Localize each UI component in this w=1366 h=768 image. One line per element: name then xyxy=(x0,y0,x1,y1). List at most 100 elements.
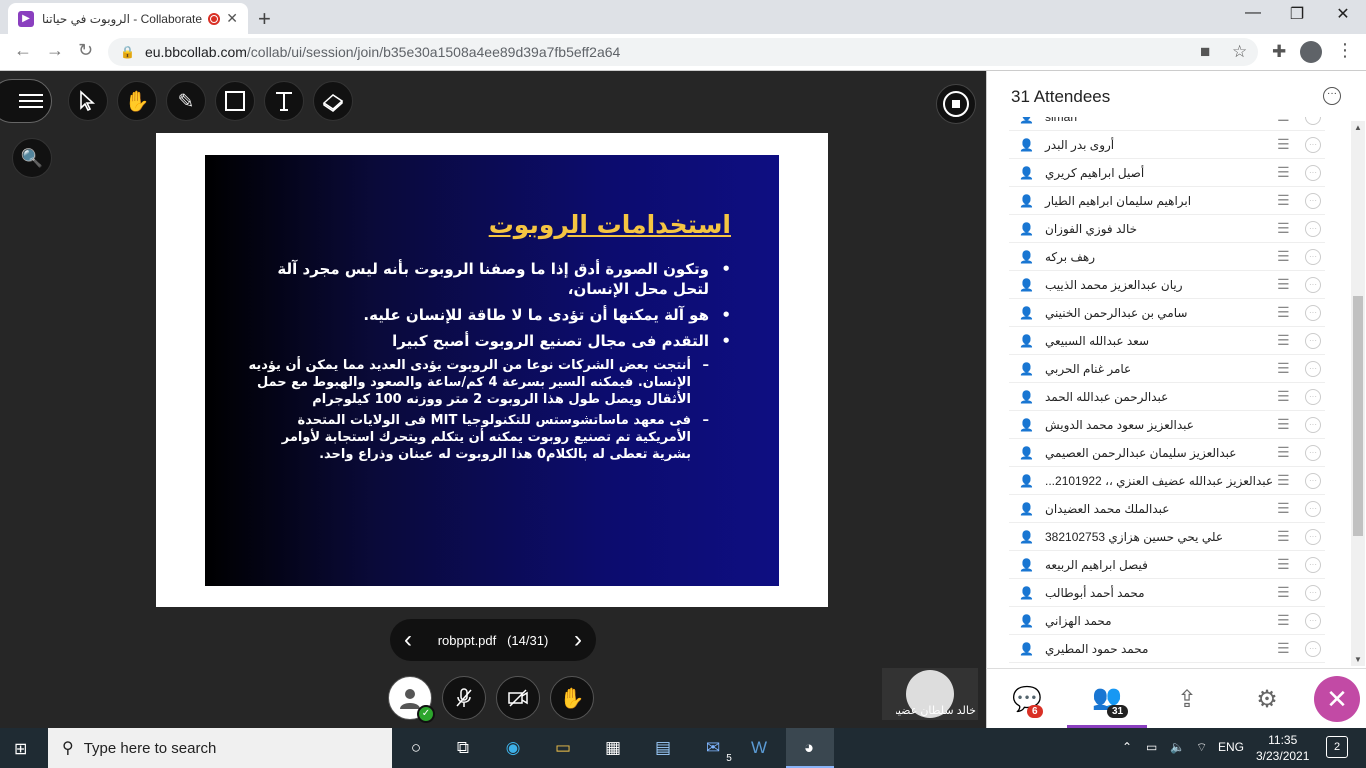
attendee-row[interactable]: 👤 محمد أحمد أبوطالب ☰ ··· xyxy=(1009,579,1325,607)
attendee-options-icon[interactable]: ··· xyxy=(1305,136,1321,153)
attendee-options-icon[interactable]: ··· xyxy=(1305,640,1321,657)
attendee-row[interactable]: 👤 عبدالعزيز سعود محمد الدويش ☰ ··· xyxy=(1009,411,1325,439)
menu-lines-icon[interactable]: ☰ xyxy=(1277,556,1290,573)
attendee-row[interactable]: 👤 slman ☰ ··· xyxy=(1009,117,1325,131)
attendee-row[interactable]: 👤 ريان عبدالعزيز محمد الذييب ☰ ··· xyxy=(1009,271,1325,299)
menu-lines-icon[interactable]: ☰ xyxy=(1277,500,1290,517)
chrome-taskbar-slot[interactable]: ◕ xyxy=(786,728,834,768)
url-field[interactable]: 🔒 eu.bbcollab.com /collab/ui/session/joi… xyxy=(108,38,1258,66)
forward-icon[interactable]: → xyxy=(46,40,64,61)
settings-button[interactable]: ⚙ xyxy=(1227,669,1307,729)
menu-lines-icon[interactable]: ☰ xyxy=(1277,528,1290,545)
attendee-row[interactable]: 👤 عبدالعزيز عبدالله عضيف العنزي ،، 210192… xyxy=(1009,467,1325,495)
notifications-icon[interactable]: 2 xyxy=(1326,736,1348,758)
system-clock[interactable]: 11:35 3/23/2021 xyxy=(1256,732,1309,764)
raise-hand-button[interactable]: ✋ xyxy=(550,676,594,720)
tab-close-button[interactable]: ✕ xyxy=(226,10,238,27)
browser-tab[interactable]: ▶ الروبوت في حياتنا - Collaborate ✕ xyxy=(8,3,248,34)
menu-lines-icon[interactable]: ☰ xyxy=(1277,444,1290,461)
windows-start-icon[interactable]: ⊞ xyxy=(14,739,27,759)
attendee-options-icon[interactable]: ··· xyxy=(1305,584,1321,601)
volume-icon[interactable]: 🔈 xyxy=(1170,740,1185,754)
computer-icon[interactable]: ▤ xyxy=(650,736,676,760)
attendee-row[interactable]: 👤 عامر غنام الحربي ☰ ··· xyxy=(1009,355,1325,383)
menu-lines-icon[interactable]: ☰ xyxy=(1277,136,1290,153)
language-indicator[interactable]: ENG xyxy=(1218,740,1244,754)
attendee-options-icon[interactable]: ··· xyxy=(1305,304,1321,321)
microphone-muted-button[interactable] xyxy=(442,676,486,720)
attendee-options-icon[interactable]: ··· xyxy=(1305,360,1321,377)
attendee-options-icon[interactable]: ··· xyxy=(1305,192,1321,209)
attendee-options-icon[interactable]: ··· xyxy=(1305,556,1321,573)
menu-lines-icon[interactable]: ☰ xyxy=(1277,117,1290,125)
menu-lines-icon[interactable]: ☰ xyxy=(1277,416,1290,433)
reload-icon[interactable]: ↻ xyxy=(78,40,93,61)
attendees-button[interactable]: 👥 31 xyxy=(1067,669,1147,729)
edge-icon[interactable]: ◉ xyxy=(500,736,526,760)
attendee-row[interactable]: 👤 ابراهيم سليمان ابراهيم الطيار ☰ ··· xyxy=(1009,187,1325,215)
menu-lines-icon[interactable]: ☰ xyxy=(1277,220,1290,237)
bookmark-star-icon[interactable]: ☆ xyxy=(1232,42,1247,62)
minimize-button[interactable]: — xyxy=(1230,4,1276,22)
menu-lines-icon[interactable]: ☰ xyxy=(1277,276,1290,293)
attendee-row[interactable]: 👤 رهف بركه ☰ ··· xyxy=(1009,243,1325,271)
chat-button[interactable]: 💬 6 xyxy=(987,669,1067,729)
profile-avatar-icon[interactable] xyxy=(1300,41,1322,63)
scrollbar-thumb[interactable] xyxy=(1353,296,1363,536)
more-options-icon[interactable]: ··· xyxy=(1323,87,1341,105)
attendee-row[interactable]: 👤 عبدالعزيز سليمان عبدالرحمن العصيمي ☰ ··· xyxy=(1009,439,1325,467)
browser-menu-icon[interactable]: ⋮ xyxy=(1336,40,1354,61)
attendee-options-icon[interactable]: ··· xyxy=(1305,276,1321,293)
attendee-scrollbar[interactable]: ▲ ▼ xyxy=(1351,121,1365,666)
back-icon[interactable]: ← xyxy=(14,40,32,61)
attendee-options-icon[interactable]: ··· xyxy=(1305,388,1321,405)
attendee-options-icon[interactable]: ··· xyxy=(1305,164,1321,181)
attendee-options-icon[interactable]: ··· xyxy=(1305,117,1321,125)
attendee-row[interactable]: 👤 فيصل ابراهيم الربيعه ☰ ··· xyxy=(1009,551,1325,579)
task-view-icon[interactable]: ⧉ xyxy=(450,736,476,760)
attendee-row[interactable]: 👤 علي يحي حسين هزازي 382102753 ☰ ··· xyxy=(1009,523,1325,551)
scroll-down-icon[interactable]: ▼ xyxy=(1354,655,1362,664)
attendee-options-icon[interactable]: ··· xyxy=(1305,248,1321,265)
menu-lines-icon[interactable]: ☰ xyxy=(1277,472,1290,489)
my-status-button[interactable]: ✓ xyxy=(388,676,435,723)
attendee-row[interactable]: 👤 خالد فوزي الفوزان ☰ ··· xyxy=(1009,215,1325,243)
menu-lines-icon[interactable]: ☰ xyxy=(1277,612,1290,629)
eraser-tool-icon[interactable] xyxy=(313,81,353,121)
menu-lines-icon[interactable]: ☰ xyxy=(1277,248,1290,265)
attendee-options-icon[interactable]: ··· xyxy=(1305,528,1321,545)
zoom-tools-icon[interactable]: 🔍 xyxy=(12,138,52,178)
extensions-icon[interactable]: ✚ xyxy=(1272,42,1286,62)
attendee-options-icon[interactable]: ··· xyxy=(1305,472,1321,489)
new-tab-button[interactable]: + xyxy=(258,6,271,32)
previous-page-icon[interactable]: ‹ xyxy=(404,626,412,654)
attendee-options-icon[interactable]: ··· xyxy=(1305,416,1321,433)
menu-lines-icon[interactable]: ☰ xyxy=(1277,584,1290,601)
attendee-options-icon[interactable]: ··· xyxy=(1305,612,1321,629)
attendee-row[interactable]: 👤 أروى بدر البدر ☰ ··· xyxy=(1009,131,1325,159)
file-explorer-icon[interactable]: ▭ xyxy=(550,736,576,760)
session-menu-button[interactable] xyxy=(0,79,52,123)
attendee-row[interactable]: 👤 محمد حمود المطيري ☰ ··· xyxy=(1009,635,1325,663)
taskbar-search[interactable]: ⚲ Type here to search xyxy=(48,728,392,768)
menu-lines-icon[interactable]: ☰ xyxy=(1277,164,1290,181)
attendee-row[interactable]: 👤 سعد عبدالله السبيعي ☰ ··· xyxy=(1009,327,1325,355)
pen-tool-icon[interactable]: ✎ xyxy=(166,81,206,121)
close-panel-button[interactable]: ✕ xyxy=(1314,676,1360,722)
attendee-row[interactable]: 👤 عبدالملك محمد العضيدان ☰ ··· xyxy=(1009,495,1325,523)
pan-tool-icon[interactable]: ✋ xyxy=(117,81,157,121)
camera-permission-icon[interactable]: ■ xyxy=(1200,42,1210,62)
attendee-options-icon[interactable]: ··· xyxy=(1305,500,1321,517)
word-icon[interactable]: W xyxy=(746,736,772,760)
menu-lines-icon[interactable]: ☰ xyxy=(1277,192,1290,209)
attendee-options-icon[interactable]: ··· xyxy=(1305,444,1321,461)
menu-lines-icon[interactable]: ☰ xyxy=(1277,332,1290,349)
store-icon[interactable]: ▦ xyxy=(600,736,626,760)
attendee-options-icon[interactable]: ··· xyxy=(1305,220,1321,237)
scroll-up-icon[interactable]: ▲ xyxy=(1354,123,1362,132)
select-tool-icon[interactable] xyxy=(68,81,108,121)
network-icon[interactable]: ⌔ xyxy=(1196,740,1207,755)
menu-lines-icon[interactable]: ☰ xyxy=(1277,388,1290,405)
attendee-row[interactable]: 👤 سامي بن عبدالرحمن الخنيني ☰ ··· xyxy=(1009,299,1325,327)
attendee-row[interactable]: 👤 عبدالرحمن عبدالله الحمد ☰ ··· xyxy=(1009,383,1325,411)
